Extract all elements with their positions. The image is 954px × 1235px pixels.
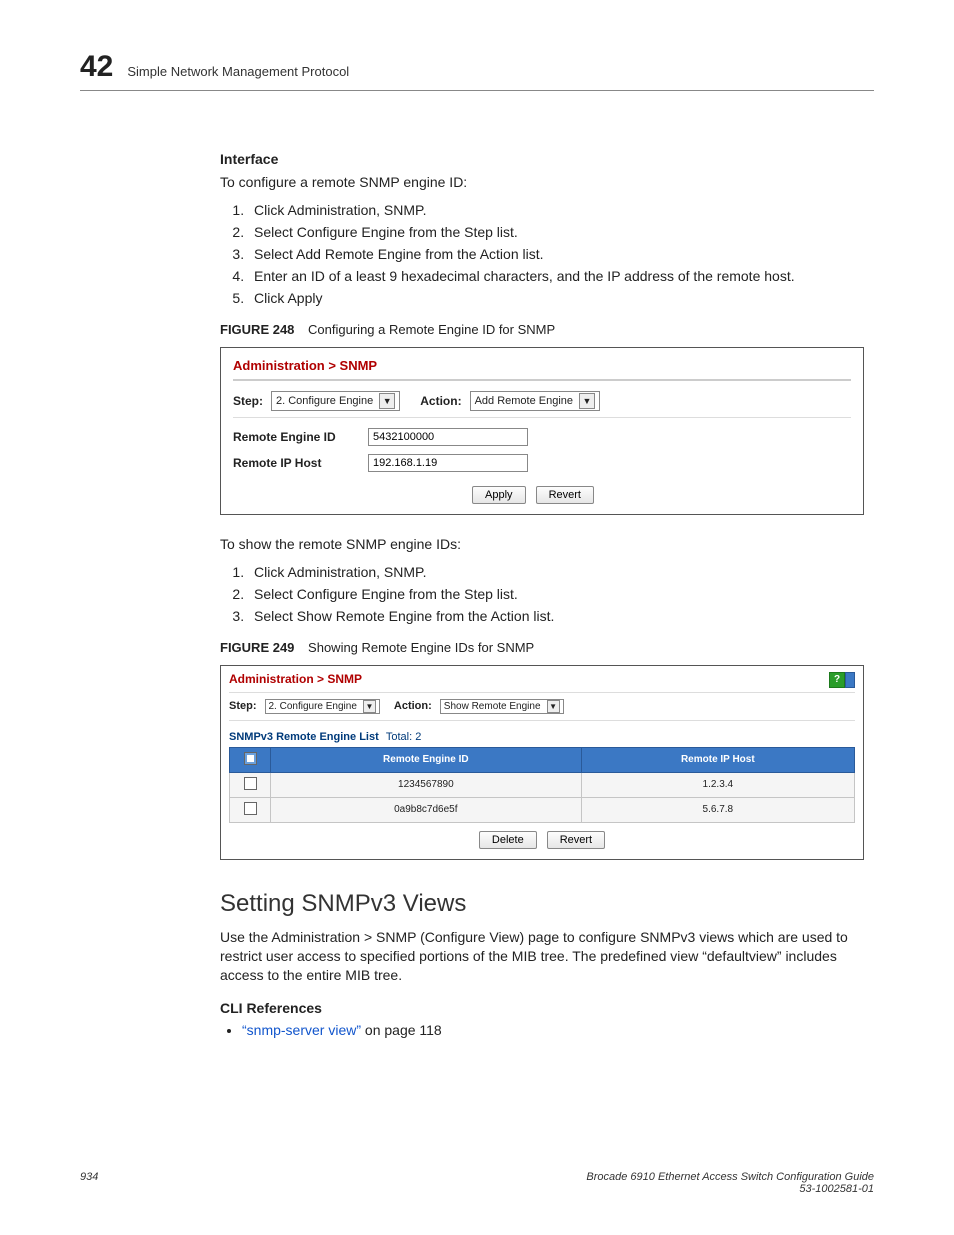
action-select[interactable]: Show Remote Engine ▼ bbox=[440, 699, 564, 714]
list-item: Select Configure Engine from the Step li… bbox=[248, 586, 864, 602]
cli-reference-link[interactable]: “snmp-server view” bbox=[242, 1022, 361, 1038]
cli-reference-suffix: on page 118 bbox=[361, 1022, 442, 1038]
chevron-down-icon: ▼ bbox=[579, 393, 595, 409]
cell-ip: 1.2.3.4 bbox=[581, 772, 854, 797]
cli-references-list: “snmp-server view” on page 118 bbox=[220, 1022, 864, 1038]
delete-button[interactable]: Delete bbox=[479, 831, 537, 849]
doc-id: 53-1002581-01 bbox=[799, 1183, 874, 1195]
list-item: Click Apply bbox=[248, 290, 864, 306]
breadcrumb: Administration > SNMP bbox=[229, 672, 855, 686]
list-item: Click Administration, SNMP. bbox=[248, 564, 864, 580]
section1-intro: To configure a remote SNMP engine ID: bbox=[220, 173, 864, 192]
list-item: Select Show Remote Engine from the Actio… bbox=[248, 608, 864, 624]
col-remote-ip-host: Remote IP Host bbox=[581, 747, 854, 772]
chapter-title: Simple Network Management Protocol bbox=[127, 64, 349, 79]
list-item: Click Administration, SNMP. bbox=[248, 202, 864, 218]
cli-references-heading: CLI References bbox=[220, 1000, 864, 1016]
book-title: Brocade 6910 Ethernet Access Switch Conf… bbox=[586, 1171, 874, 1183]
table-row: 1234567890 1.2.3.4 bbox=[230, 772, 855, 797]
section2-steps: Click Administration, SNMP. Select Confi… bbox=[220, 564, 864, 624]
step-label: Step: bbox=[233, 394, 263, 408]
section3-body: Use the Administration > SNMP (Configure… bbox=[220, 928, 864, 985]
checkbox-icon[interactable] bbox=[244, 752, 257, 765]
cell-engine-id: 1234567890 bbox=[271, 772, 582, 797]
remote-engine-table: Remote Engine ID Remote IP Host 12345678… bbox=[229, 747, 855, 823]
section2-intro: To show the remote SNMP engine IDs: bbox=[220, 535, 864, 554]
breadcrumb: Administration > SNMP bbox=[233, 358, 851, 373]
page-number: 934 bbox=[80, 1171, 98, 1195]
action-label: Action: bbox=[420, 394, 461, 408]
interface-heading: Interface bbox=[220, 151, 864, 167]
action-select-value: Add Remote Engine bbox=[475, 395, 573, 407]
total-value: 2 bbox=[415, 731, 421, 743]
list-item: Select Configure Engine from the Step li… bbox=[248, 224, 864, 240]
step-select-value: 2. Configure Engine bbox=[269, 701, 357, 712]
cell-engine-id: 0a9b8c7d6e5f bbox=[271, 797, 582, 822]
help-corner: ? bbox=[829, 672, 855, 688]
revert-button[interactable]: Revert bbox=[536, 486, 594, 504]
chevron-down-icon: ▼ bbox=[547, 700, 560, 713]
table-row: 0a9b8c7d6e5f 5.6.7.8 bbox=[230, 797, 855, 822]
chevron-down-icon: ▼ bbox=[363, 700, 376, 713]
figure248-caption: FIGURE 248 Configuring a Remote Engine I… bbox=[220, 322, 864, 337]
page-footer: 934 Brocade 6910 Ethernet Access Switch … bbox=[80, 1171, 874, 1195]
remote-ip-host-label: Remote IP Host bbox=[233, 456, 368, 470]
total-label: Total: bbox=[386, 731, 412, 743]
figure249-label: FIGURE 249 bbox=[220, 640, 294, 655]
cell-ip: 5.6.7.8 bbox=[581, 797, 854, 822]
action-select-value: Show Remote Engine bbox=[444, 701, 541, 712]
remote-engine-id-input[interactable] bbox=[368, 428, 528, 446]
row-checkbox[interactable] bbox=[244, 777, 257, 790]
step-label: Step: bbox=[229, 700, 257, 712]
figure249-screenshot: ? Administration > SNMP Step: 2. Configu… bbox=[220, 665, 864, 860]
action-label: Action: bbox=[394, 700, 432, 712]
panel-toggle-icon[interactable] bbox=[845, 672, 855, 688]
step-select[interactable]: 2. Configure Engine ▼ bbox=[271, 391, 400, 411]
help-icon[interactable]: ? bbox=[829, 672, 845, 688]
figure249-caption-text: Showing Remote Engine IDs for SNMP bbox=[308, 640, 534, 655]
revert-button[interactable]: Revert bbox=[547, 831, 605, 849]
action-select[interactable]: Add Remote Engine ▼ bbox=[470, 391, 600, 411]
select-all-header[interactable] bbox=[230, 747, 271, 772]
col-remote-engine-id: Remote Engine ID bbox=[271, 747, 582, 772]
chapter-number: 42 bbox=[80, 50, 113, 84]
figure248-screenshot: Administration > SNMP Step: 2. Configure… bbox=[220, 347, 864, 515]
remote-engine-id-label: Remote Engine ID bbox=[233, 430, 368, 444]
figure249-caption: FIGURE 249 Showing Remote Engine IDs for… bbox=[220, 640, 864, 655]
list-title-text: SNMPv3 Remote Engine List bbox=[229, 731, 379, 743]
remote-ip-host-input[interactable] bbox=[368, 454, 528, 472]
step-select-value: 2. Configure Engine bbox=[276, 395, 373, 407]
section1-steps: Click Administration, SNMP. Select Confi… bbox=[220, 202, 864, 306]
list-item: “snmp-server view” on page 118 bbox=[242, 1022, 864, 1038]
list-item: Select Add Remote Engine from the Action… bbox=[248, 246, 864, 262]
row-checkbox[interactable] bbox=[244, 802, 257, 815]
figure248-label: FIGURE 248 bbox=[220, 322, 294, 337]
list-item: Enter an ID of a least 9 hexadecimal cha… bbox=[248, 268, 864, 284]
section-title-snmpv3-views: Setting SNMPv3 Views bbox=[220, 890, 864, 918]
list-title: SNMPv3 Remote Engine List Total: 2 bbox=[229, 731, 855, 743]
figure248-caption-text: Configuring a Remote Engine ID for SNMP bbox=[308, 322, 555, 337]
running-header: 42 Simple Network Management Protocol bbox=[80, 50, 874, 91]
apply-button[interactable]: Apply bbox=[472, 486, 526, 504]
step-select[interactable]: 2. Configure Engine ▼ bbox=[265, 699, 380, 714]
chevron-down-icon: ▼ bbox=[379, 393, 395, 409]
